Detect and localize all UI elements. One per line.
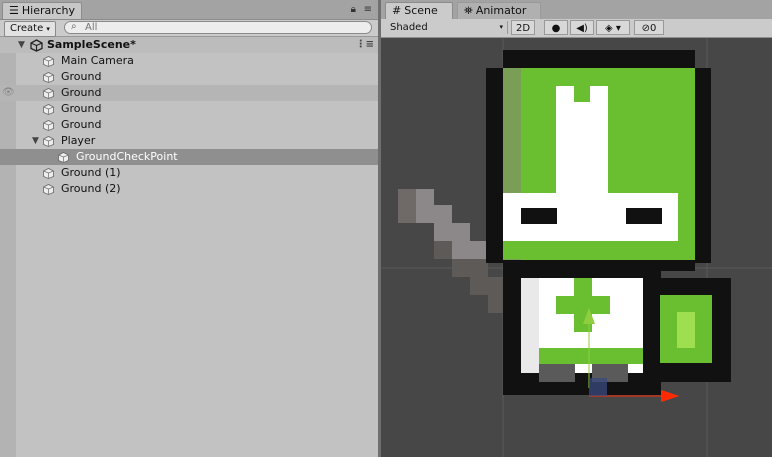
hierarchy-item[interactable]: Ground (2) xyxy=(0,181,378,197)
hierarchy-item[interactable]: Ground (1) xyxy=(0,165,378,181)
tab-animator[interactable]: ⛯ Animator xyxy=(457,2,541,19)
shield-sprite xyxy=(643,278,731,382)
effects-dropdown[interactable]: ◈ ▾ xyxy=(596,20,630,35)
shading-mode-dropdown[interactable]: Shaded ▾ xyxy=(385,21,508,34)
scene-canvas[interactable] xyxy=(381,38,772,457)
gameobject-cube-icon xyxy=(43,56,54,67)
expand-arrow-icon[interactable]: ▼ xyxy=(18,37,25,53)
gameobject-cube-icon xyxy=(43,184,54,195)
hierarchy-item-label: Ground xyxy=(61,102,102,115)
create-button-label: Create xyxy=(10,23,44,34)
hierarchy-item-label: Ground xyxy=(61,118,102,131)
hidden-eye-icon: ⊘ xyxy=(641,23,650,34)
speaker-icon: ◀) xyxy=(576,23,588,34)
hidden-objects-toggle[interactable]: ⊘0 xyxy=(634,20,664,35)
knight-head-sprite xyxy=(486,50,711,271)
hierarchy-item[interactable]: Main Camera xyxy=(0,53,378,69)
hierarchy-item-label: Main Camera xyxy=(61,54,134,67)
hierarchy-toolbar: Create ▾ ⌕ xyxy=(0,20,378,37)
panel-menu-icon[interactable]: ≡ xyxy=(364,4,372,15)
gizmo-plane-handle xyxy=(589,378,607,396)
scene-panel: # Scene ⛯ Animator Shaded ▾ 2D ● ◀) ◈ ▾ ⊘0 xyxy=(381,0,772,457)
scene-tab-bar: # Scene ⛯ Animator xyxy=(381,0,772,20)
hierarchy-item-label: Ground (1) xyxy=(61,166,121,179)
hierarchy-item[interactable]: Ground xyxy=(0,69,378,85)
eye-icon[interactable]: 👁︎ xyxy=(2,85,15,101)
scene-viewport[interactable] xyxy=(381,38,772,457)
gizmo-x-axis-arrow-icon xyxy=(661,390,679,402)
search-field[interactable]: ⌕ xyxy=(64,21,372,34)
hierarchy-item-label: Ground xyxy=(61,86,102,99)
animator-tab-label: Animator xyxy=(475,4,527,17)
list-icon: ☰ xyxy=(9,4,19,17)
animator-icon: ⛯ xyxy=(464,4,473,17)
grid-icon: # xyxy=(392,4,402,17)
hidden-count: 0 xyxy=(650,23,657,34)
hierarchy-item[interactable]: GroundCheckPoint xyxy=(0,149,378,165)
shading-mode-label: Shaded xyxy=(390,22,428,33)
gameobject-cube-icon xyxy=(43,136,54,147)
expand-arrow-icon[interactable]: ▼ xyxy=(32,133,39,149)
create-button[interactable]: Create ▾ xyxy=(4,21,56,37)
hierarchy-item-label: GroundCheckPoint xyxy=(76,150,178,163)
hierarchy-item[interactable]: 👁︎ Ground xyxy=(0,85,378,101)
hierarchy-panel: ☰Hierarchy 🔒︎ ≡ Create ▾ ⌕ ▼ SampleScene… xyxy=(0,0,378,457)
scene-row[interactable]: ▼ SampleScene* ⋮≡ xyxy=(0,37,378,53)
scene-menu-icon[interactable]: ⋮≡ xyxy=(356,37,374,53)
scene-name: SampleScene* xyxy=(47,38,136,51)
dropdown-arrow-icon: ▾ xyxy=(499,23,503,31)
gameobject-cube-icon xyxy=(43,104,54,115)
gameobject-cube-icon xyxy=(43,72,54,83)
lightbulb-icon: ● xyxy=(551,23,561,34)
hierarchy-item[interactable]: ▼ Player xyxy=(0,133,378,149)
hierarchy-item-label: Player xyxy=(61,134,96,147)
gameobject-cube-icon xyxy=(43,120,54,131)
hierarchy-item-label: Ground xyxy=(61,70,102,83)
hierarchy-item[interactable]: Ground xyxy=(0,117,378,133)
hierarchy-item[interactable]: Ground xyxy=(0,101,378,117)
tab-hierarchy[interactable]: ☰ Hierarchy xyxy=(2,2,82,19)
lock-icon[interactable]: 🔒︎ xyxy=(351,4,356,15)
lighting-toggle[interactable]: ● xyxy=(544,20,568,35)
hierarchy-tab-bar: ☰ Hierarchy 🔒︎ ≡ xyxy=(0,0,378,20)
gameobject-cube-icon xyxy=(58,152,69,163)
gameobject-cube-icon xyxy=(43,168,54,179)
scene-toolbar: Shaded ▾ 2D ● ◀) ◈ ▾ ⊘0 xyxy=(381,19,772,38)
hierarchy-tab-label: Hierarchy xyxy=(21,4,76,17)
audio-toggle[interactable]: ◀) xyxy=(570,20,594,35)
tab-scene[interactable]: # Scene xyxy=(385,2,453,19)
dropdown-arrow-icon: ▾ xyxy=(46,25,50,33)
unity-logo-icon xyxy=(30,39,43,52)
effects-icon: ◈ ▾ xyxy=(605,23,621,34)
mode-2d-label: 2D xyxy=(515,23,531,34)
scene-tab-label: Scene xyxy=(404,4,438,17)
gameobject-cube-icon xyxy=(43,88,54,99)
hierarchy-item-label: Ground (2) xyxy=(61,182,121,195)
mode-2d-button[interactable]: 2D xyxy=(511,20,535,35)
search-input[interactable] xyxy=(85,22,355,33)
knight-body-sprite xyxy=(503,270,661,395)
search-icon: ⌕ xyxy=(71,21,77,32)
